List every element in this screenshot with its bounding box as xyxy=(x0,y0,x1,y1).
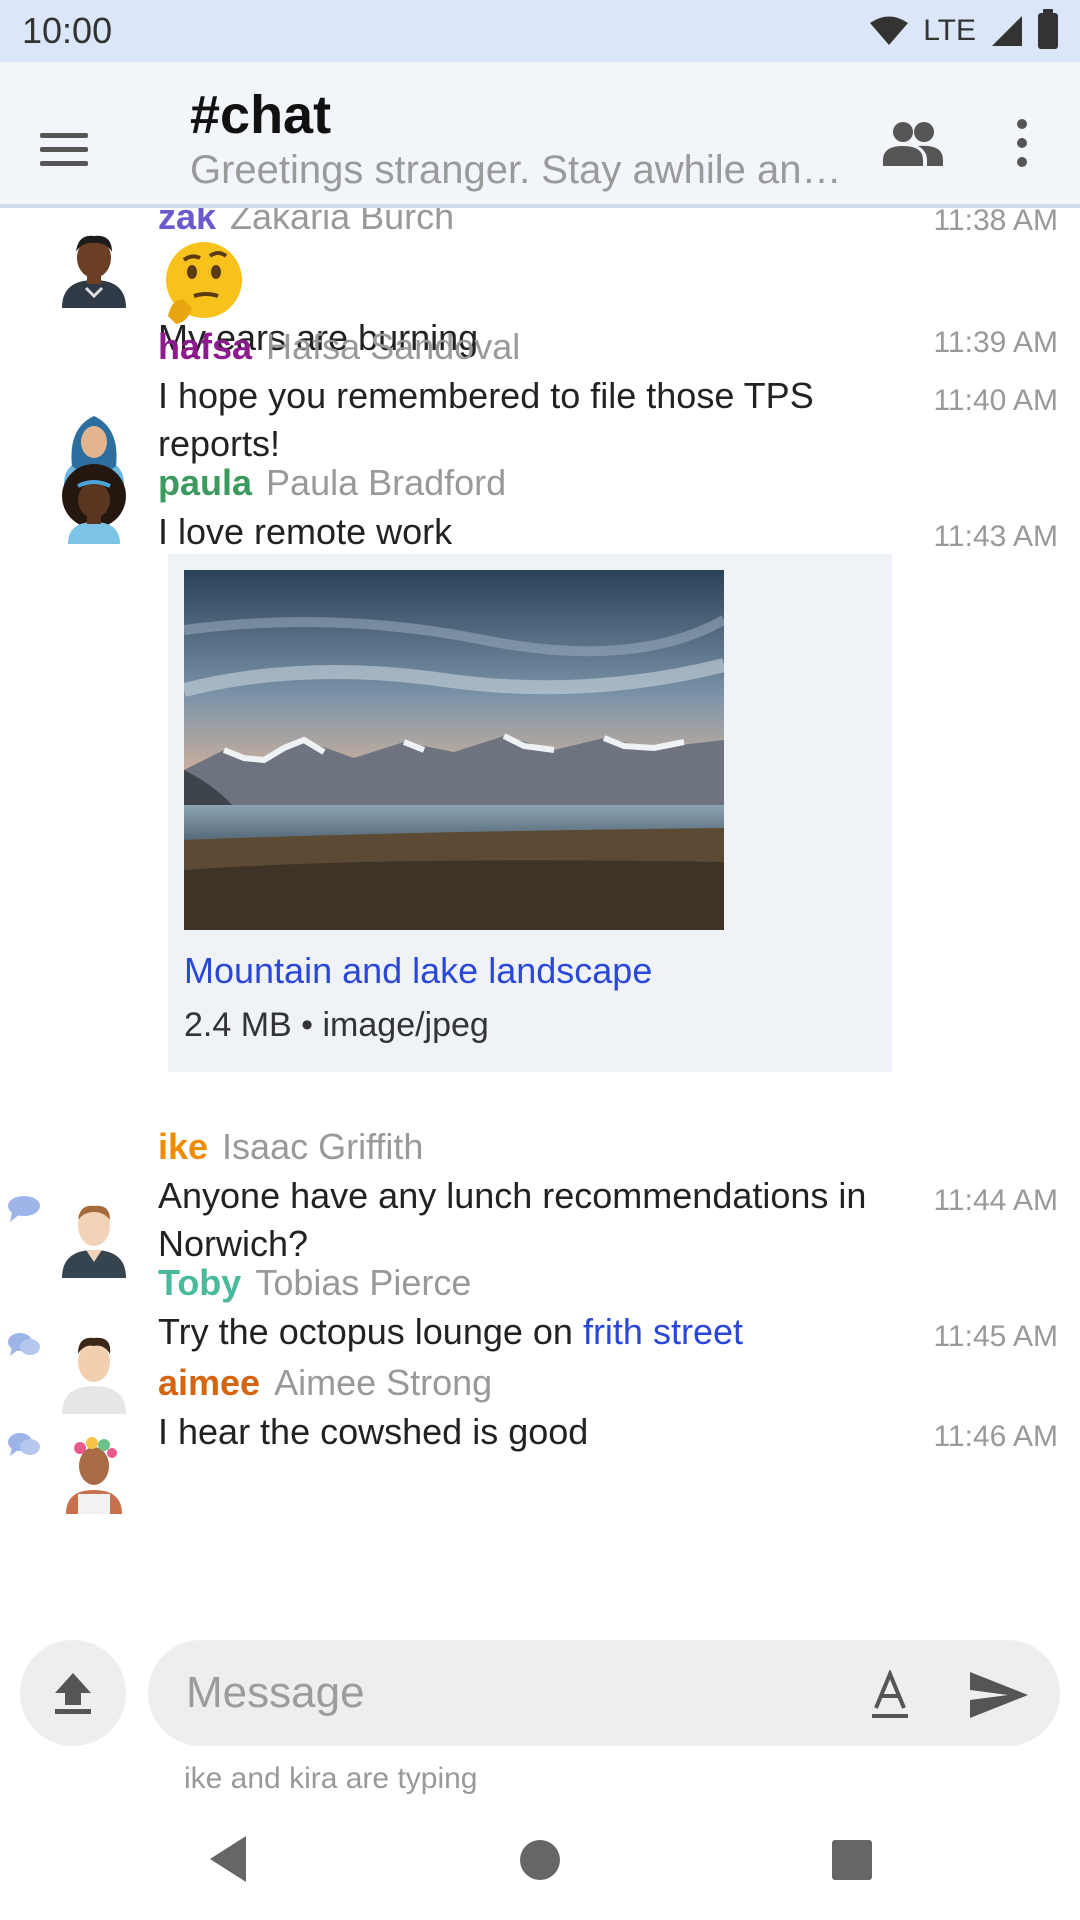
avatar-ike[interactable] xyxy=(56,1198,132,1278)
wifi-icon xyxy=(870,16,909,45)
author-full-name: Aimee Strong xyxy=(274,1362,493,1403)
author-full-name: Zakaria Burch xyxy=(230,208,455,237)
attachment-image[interactable] xyxy=(184,570,724,930)
message-time: 11:44 AM xyxy=(933,1184,1058,1217)
image-attachment[interactable]: Mountain and lake landscape 2.4 MB • ima… xyxy=(168,554,892,1072)
message-author: ike Isaac Griffith xyxy=(158,1126,423,1168)
message-text: I hear the cowshed is good xyxy=(158,1411,589,1452)
author-full-name: Tobias Pierce xyxy=(255,1262,472,1303)
upload-button[interactable] xyxy=(20,1640,126,1746)
system-nav-bar xyxy=(0,1800,1080,1920)
app-bar: #chat Greetings stranger. Stay awhile an… xyxy=(0,62,1080,208)
avatar-zak[interactable] xyxy=(56,228,132,308)
message-author: Toby Tobias Pierce xyxy=(158,1262,471,1304)
status-bar: 10:00 LTE xyxy=(0,0,1080,62)
attachment-meta: 2.4 MB • image/jpeg xyxy=(184,1006,489,1044)
typing-indicator: ike and kira are typing xyxy=(184,1762,478,1795)
message-time: 11:38 AM xyxy=(933,208,1058,237)
avatar-paula[interactable] xyxy=(56,464,132,544)
message-time: 11:39 AM xyxy=(933,326,1058,359)
channel-topic[interactable]: Greetings stranger. Stay awhile an… xyxy=(190,148,860,193)
author-full-name: Paula Bradford xyxy=(266,462,507,503)
message-list[interactable]: zak Zakaria Burch 11:38 AM My ears are bu… xyxy=(0,208,1080,1620)
status-icons: LTE xyxy=(869,9,1058,49)
message-author: paula Paula Bradford xyxy=(158,462,506,504)
avatar-aimee[interactable] xyxy=(56,1434,132,1514)
message-text: Anyone have any lunch recommendations in… xyxy=(158,1175,867,1264)
text-format-icon[interactable] xyxy=(868,1670,912,1720)
thread-reply-icon[interactable] xyxy=(6,1194,42,1224)
message-field[interactable] xyxy=(148,1640,1060,1746)
battery-icon xyxy=(1038,9,1058,49)
send-icon[interactable] xyxy=(968,1670,1030,1720)
message-text: I hope you remembered to file those TPS … xyxy=(158,375,814,464)
attachment-title-link[interactable]: Mountain and lake landscape xyxy=(184,950,652,992)
author-nick[interactable]: ike xyxy=(158,1126,208,1167)
channel-title: #chat xyxy=(190,85,332,145)
status-time: 10:00 xyxy=(22,10,113,51)
author-nick[interactable]: hafsa xyxy=(158,326,252,367)
home-icon[interactable] xyxy=(520,1840,560,1880)
avatar-toby[interactable] xyxy=(56,1334,132,1414)
author-nick[interactable]: aimee xyxy=(158,1362,260,1403)
thread-reply-icon[interactable] xyxy=(6,1330,42,1360)
message-author: zak Zakaria Burch xyxy=(158,208,454,238)
network-type-label: LTE xyxy=(923,14,976,47)
author-nick[interactable]: zak xyxy=(158,208,216,237)
author-full-name: Isaac Griffith xyxy=(222,1126,424,1167)
overflow-menu-icon[interactable] xyxy=(1000,108,1044,178)
message-link[interactable]: frith street xyxy=(583,1311,743,1352)
message-time: 11:40 AM xyxy=(933,384,1058,417)
message-text: I love remote work xyxy=(158,511,453,552)
message-time: 11:46 AM xyxy=(933,1420,1058,1453)
message-input[interactable] xyxy=(186,1640,836,1746)
message-text-part: Try the octopus lounge on xyxy=(158,1311,583,1352)
cell-signal-icon xyxy=(992,16,1022,46)
message-author: hafsa Hafsa Sandoval xyxy=(158,326,520,368)
back-icon[interactable] xyxy=(206,1834,250,1884)
recents-icon[interactable] xyxy=(832,1840,872,1880)
upload-icon xyxy=(55,1673,91,1714)
author-full-name: Hafsa Sandoval xyxy=(266,326,521,367)
message-text: Try the octopus lounge on frith street xyxy=(158,1308,878,1356)
author-nick[interactable]: Toby xyxy=(158,1262,241,1303)
author-nick[interactable]: paula xyxy=(158,462,252,503)
message-time: 11:45 AM xyxy=(933,1320,1058,1353)
message-author: aimee Aimee Strong xyxy=(158,1362,492,1404)
menu-icon[interactable] xyxy=(40,114,110,184)
message-time: 11:43 AM xyxy=(933,520,1058,553)
members-icon[interactable] xyxy=(880,110,946,180)
composer: ike and kira are typing xyxy=(0,1620,1080,1800)
thread-reply-icon[interactable] xyxy=(6,1430,42,1460)
